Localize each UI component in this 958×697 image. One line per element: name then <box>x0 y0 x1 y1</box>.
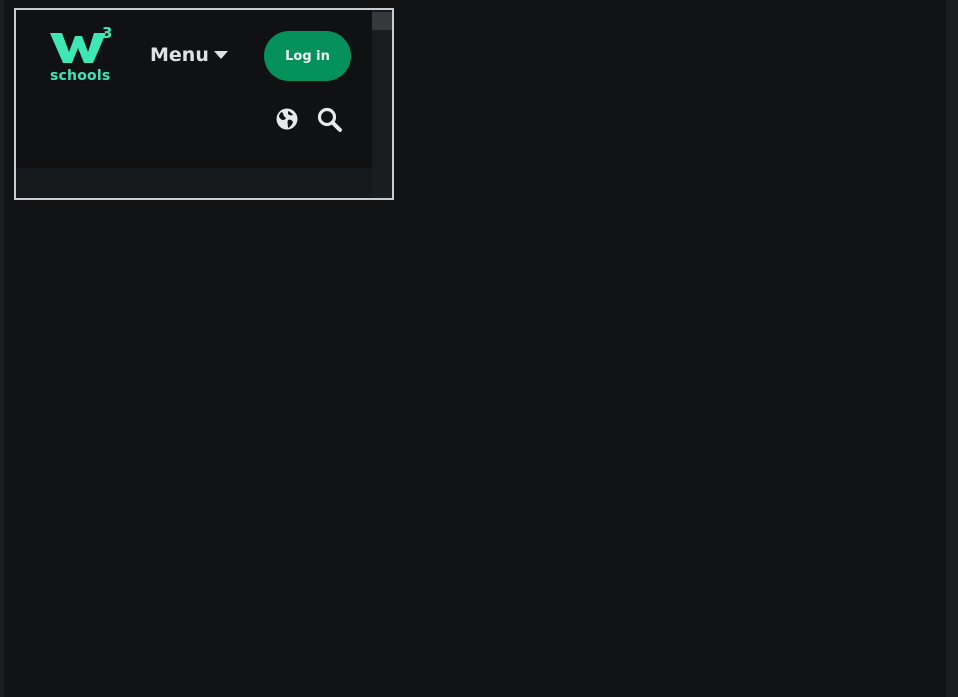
chevron-down-icon <box>213 51 228 59</box>
menu-button[interactable]: Menu <box>150 44 229 66</box>
header-bar: 3 schools Menu Log in <box>16 10 372 168</box>
header-frame: 3 schools Menu Log in <box>14 8 394 200</box>
page-scrollbar[interactable] <box>946 0 958 697</box>
search-icon[interactable] <box>316 106 344 134</box>
w3schools-logo[interactable]: 3 schools <box>50 24 114 86</box>
logo-superscript: 3 <box>102 24 113 42</box>
horizontal-scrollbar[interactable] <box>16 168 392 198</box>
globe-icon[interactable] <box>275 107 299 131</box>
logo-text: schools <box>50 68 111 84</box>
scrollbar-thumb[interactable] <box>372 12 392 30</box>
menu-label: Menu <box>150 44 209 66</box>
vertical-scrollbar[interactable] <box>372 10 392 198</box>
login-button[interactable]: Log in <box>264 31 351 81</box>
